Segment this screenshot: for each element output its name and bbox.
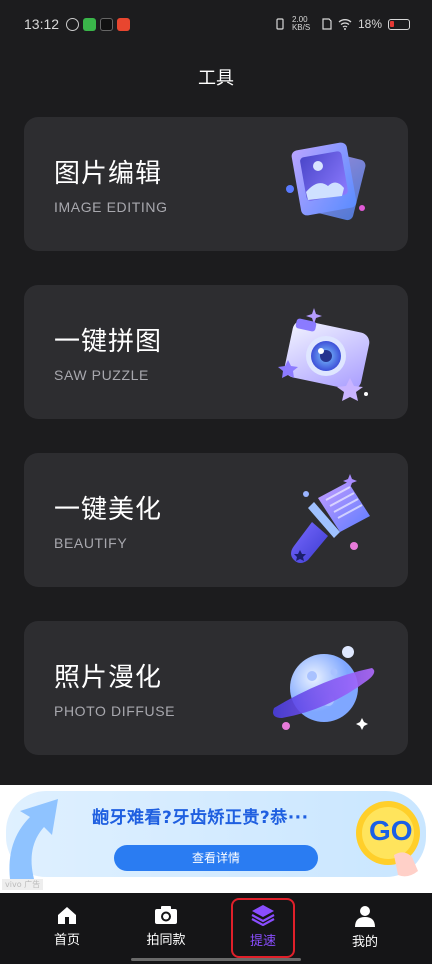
ad-label: vivo 广告 [2,879,44,890]
tool-card-image-editing[interactable]: 图片编辑 IMAGE EDITING [24,117,408,251]
user-icon [355,906,375,927]
tab-label: 拍同款 [146,933,186,948]
tool-subtitle: IMAGE EDITING [54,199,168,215]
tab-label: 我的 [351,935,378,950]
page-title: 工具 [198,68,234,89]
notification-icons [66,18,130,31]
camera-icon [278,308,370,401]
tool-card-photo-diffuse[interactable]: 照片漫化 PHOTO DIFFUSE [24,621,408,755]
battery-icon [388,18,410,30]
ad-banner[interactable]: 龅牙难看?牙齿矫正贵?恭··· 查看详情 GO vivo 广告 [0,785,432,893]
tool-title: 一键美化 [54,495,163,525]
tab-label: 首页 [53,933,80,948]
tool-title: 图片编辑 [54,159,163,189]
tab-home[interactable]: 首页 [27,901,107,957]
go-text: GO [369,815,413,846]
home-indicator[interactable] [131,958,301,961]
arrow-up-icon [9,799,58,879]
ad-headline: 龅牙难看?牙齿矫正贵?恭··· [92,808,309,828]
tiktok-icon [100,18,113,31]
app-notification-icon [66,18,79,31]
tab-profile[interactable]: 我的 [325,901,405,957]
planet-icon [273,646,375,730]
tool-card-saw-puzzle[interactable]: 一键拼图 SAW PUZZLE [24,285,408,419]
photo-stack-icon [286,142,366,221]
tool-card-beautify[interactable]: 一键美化 BEAUTIFY [24,453,408,587]
vibrate-icon [276,18,284,30]
tool-title: 一键拼图 [54,327,163,357]
tool-title: 照片漫化 [54,663,163,693]
map-app-icon [83,18,96,31]
app-red-icon [117,18,130,31]
tool-subtitle: SAW PUZZLE [54,367,149,383]
layers-icon [251,905,275,926]
sim-icon [322,18,332,30]
home-icon [58,907,76,924]
status-bar: 13:12 2.00 KB/S 18% [0,0,432,50]
tab-speedup[interactable]: 提速 [231,898,295,958]
tab-label: 提速 [249,934,276,949]
tool-subtitle: BEAUTIFY [54,535,128,551]
tool-subtitle: PHOTO DIFFUSE [54,703,176,719]
camera-icon [155,906,177,924]
status-time: 13:12 [24,16,60,32]
bottom-tab-bar: 首页 拍同款 提速 我的 [0,893,432,964]
tab-shoot-same[interactable]: 拍同款 [126,901,206,957]
wifi-icon [338,19,352,30]
ad-cta-button[interactable]: 查看详情 [114,845,318,871]
status-right: 2.00 KB/S 18% [274,16,410,32]
brush-icon [291,474,370,563]
network-speed: 2.00 KB/S [291,15,311,32]
battery-percent: 18% [357,17,382,31]
